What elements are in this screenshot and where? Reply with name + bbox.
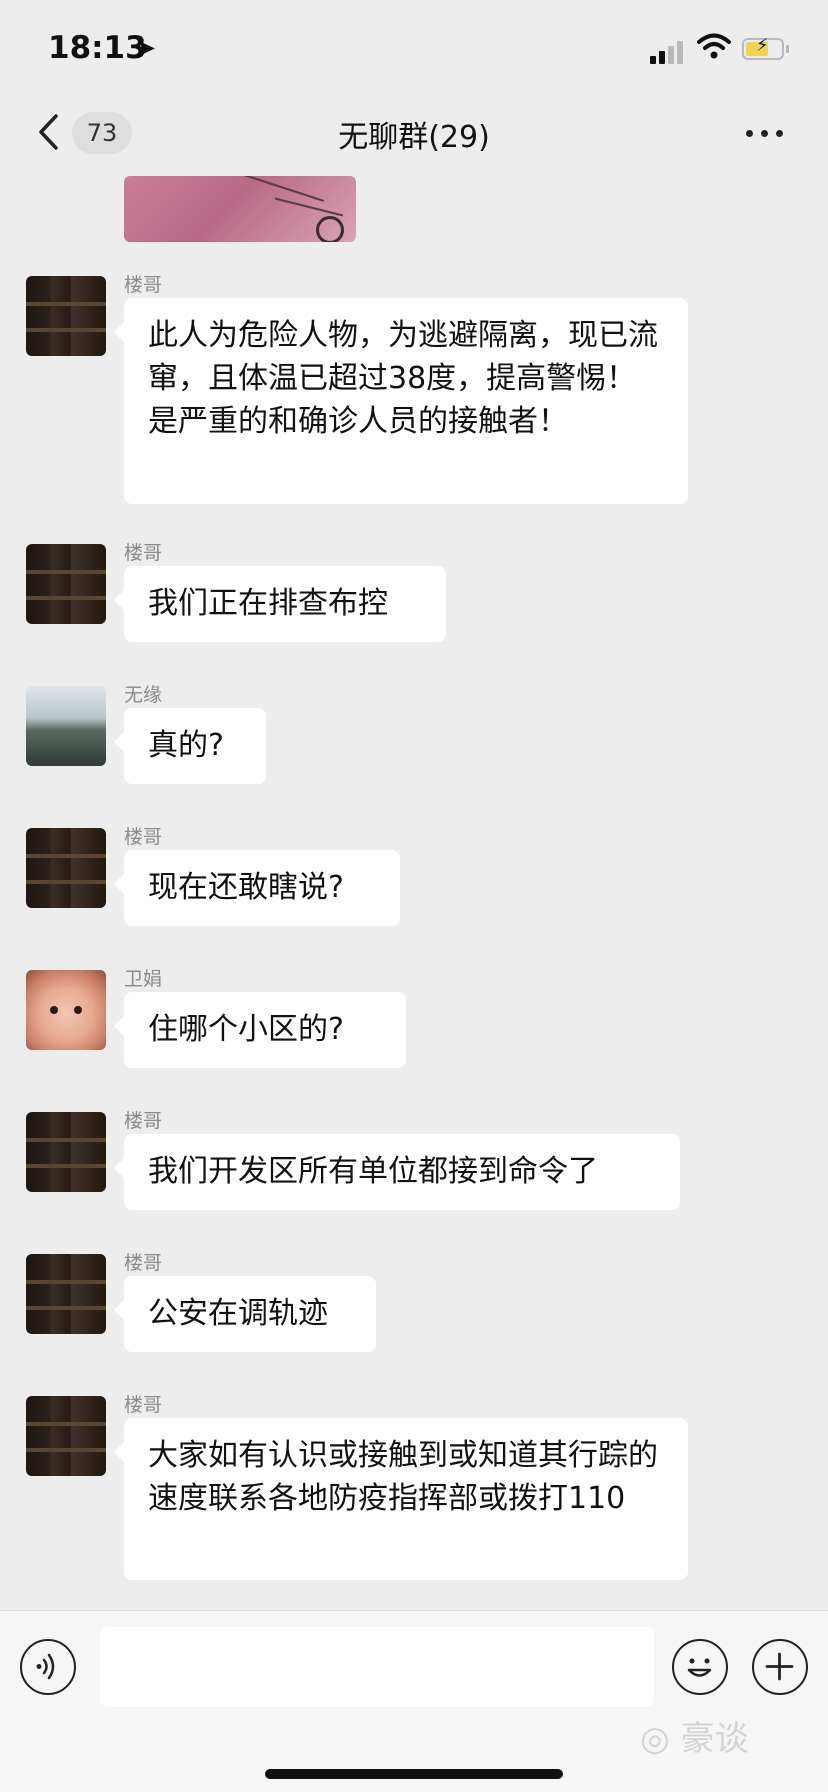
sender-name: 楼哥 [124, 1252, 163, 1274]
message-bubble[interactable]: 真的? [114, 708, 266, 784]
sender-name: 楼哥 [124, 1110, 163, 1132]
message-bubble[interactable]: 此人为危险人物，为逃避隔离，现已流窜，且体温已超过38度，提高警惕！是严重的和确… [114, 298, 688, 504]
avatar[interactable] [26, 686, 106, 766]
status-time: 18:13 [48, 30, 147, 66]
avatar[interactable] [26, 544, 106, 624]
location-arrow-icon: ➤ [136, 34, 157, 62]
more-functions-button[interactable] [752, 1639, 808, 1695]
sender-name: 卫娟 [124, 968, 163, 990]
chat-title: 无聊群(29) [338, 120, 490, 155]
sender-name: 楼哥 [124, 826, 163, 848]
charging-bolt-icon: ⚡ [756, 35, 769, 56]
emoji-icon [687, 1658, 712, 1677]
wifi-icon [697, 33, 731, 59]
avatar[interactable] [26, 828, 106, 908]
message-input[interactable] [100, 1627, 654, 1707]
chat-nav-bar: 73 无聊群(29) [0, 100, 828, 170]
chat-message-list[interactable]: 楼哥 此人为危险人物，为逃避隔离，现已流窜，且体温已超过38度，提高警惕！是严重… [0, 170, 828, 1610]
sender-name: 无缘 [124, 684, 163, 706]
message-bubble[interactable]: 现在还敢瞎说? [114, 850, 400, 926]
chevron-left-icon [39, 114, 58, 150]
unread-count-badge: 73 [72, 112, 132, 154]
status-bar: 18:13 ➤ ⚡ [0, 0, 828, 100]
message-bubble[interactable]: 大家如有认识或接触到或知道其行踪的速度联系各地防疫指挥部或拨打110 [114, 1418, 688, 1580]
home-indicator[interactable] [265, 1769, 563, 1779]
message-bubble[interactable]: 我们正在排查布控 [114, 566, 446, 642]
image-ring-shape [316, 216, 344, 242]
watermark: ◎ 豪谈 [640, 1719, 749, 1759]
avatar[interactable] [26, 970, 106, 1050]
back-button[interactable]: 73 [36, 108, 136, 158]
voice-icon [36, 1653, 55, 1680]
avatar[interactable] [26, 1254, 106, 1334]
emoji-button[interactable] [672, 1639, 728, 1695]
chat-input-bar: ◎ 豪谈 [0, 1610, 828, 1792]
cellular-signal-icon [650, 40, 686, 64]
sender-name: 楼哥 [124, 274, 163, 296]
battery-nub [786, 45, 789, 53]
message-bubble[interactable]: 住哪个小区的? [114, 992, 406, 1068]
avatar[interactable] [26, 276, 106, 356]
more-dots-icon[interactable] [742, 120, 792, 150]
sender-name: 楼哥 [124, 542, 163, 564]
voice-button[interactable] [20, 1639, 76, 1695]
image-handwriting [274, 197, 344, 217]
plus-icon [765, 1652, 794, 1681]
sender-name: 楼哥 [124, 1394, 163, 1416]
image-message[interactable] [124, 176, 356, 242]
message-bubble[interactable]: 我们开发区所有单位都接到命令了 [114, 1134, 680, 1210]
message-bubble[interactable]: 公安在调轨迹 [114, 1276, 376, 1352]
avatar[interactable] [26, 1396, 106, 1476]
avatar[interactable] [26, 1112, 106, 1192]
image-handwriting [237, 176, 325, 202]
